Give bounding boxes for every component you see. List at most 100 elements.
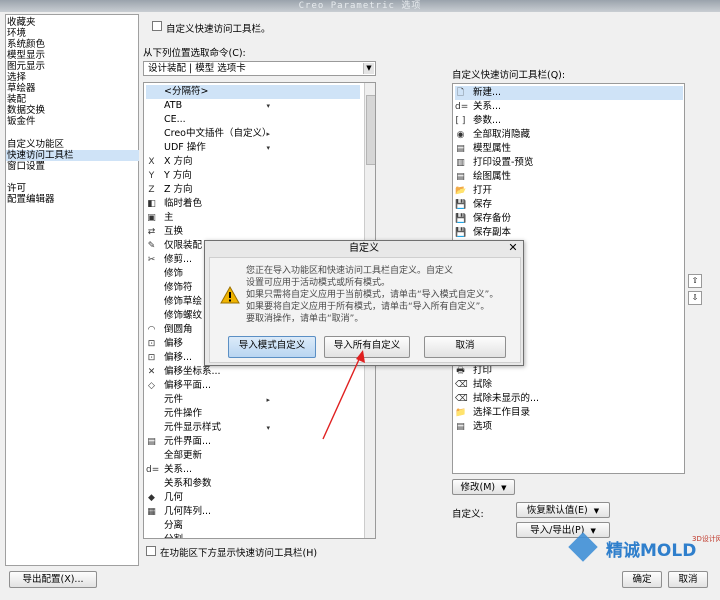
command-list-item[interactable]: ⇄ 互换 [146, 225, 360, 239]
qat-list-item[interactable]: ◉ 全部取消隐藏 [455, 128, 683, 142]
command-icon [146, 521, 157, 532]
command-list-item[interactable]: ▦ 几何阵列... [146, 505, 360, 519]
qat-item-icon: 💾 [455, 200, 467, 210]
import-mode-customization-button[interactable]: 导入模式自定义 [228, 336, 316, 358]
command-label: 元件 [164, 394, 184, 405]
qat-list-item[interactable]: d= 关系... [455, 100, 683, 114]
dialog-message-line: 要取消操作，请单击“取消”。 [246, 314, 364, 324]
command-icon: ⊡ [147, 339, 156, 349]
qat-item-label: 拭除未显示的... [473, 393, 540, 404]
category-item[interactable]: 装配 [6, 94, 139, 105]
command-icon: Y [148, 171, 155, 181]
command-label: X 方向 [164, 156, 193, 167]
command-list-item[interactable]: X X 方向 [146, 155, 360, 169]
qat-item-label: 打印 [473, 365, 493, 376]
command-list-item[interactable]: 关系和参数 [146, 477, 360, 491]
qat-item-label: 参数... [473, 115, 502, 126]
qat-list-item[interactable]: ▤ 选项 [455, 420, 683, 434]
show-below-ribbon-checkbox[interactable] [146, 546, 156, 556]
qat-list-item[interactable]: ▤ 绘图属性 [455, 170, 683, 184]
qat-list-item[interactable]: ⌫ 拭除未显示的... [455, 392, 683, 406]
command-list-item[interactable]: CE... [146, 113, 360, 127]
command-label: 元件操作 [164, 408, 203, 419]
close-icon[interactable]: ✕ [507, 242, 519, 254]
category-item[interactable]: 自定义功能区 [6, 139, 139, 150]
command-label: <分隔符> [164, 86, 209, 97]
qat-list-item[interactable]: [ ] 参数... [455, 114, 683, 128]
restore-defaults-label: 恢复默认值(E) [526, 505, 588, 516]
qat-item-icon: ▤ [456, 172, 465, 182]
command-list-item[interactable]: ◆ 几何 [146, 491, 360, 505]
category-item[interactable]: 许可 [6, 183, 139, 194]
qat-item-icon: ⌫ [455, 380, 468, 390]
command-list-item[interactable]: 分割 [146, 533, 360, 538]
arrow-down-icon: ⇩ [691, 293, 699, 302]
export-config-button[interactable]: 导出配置(X)... [9, 571, 97, 588]
command-label: UDF 操作 [164, 142, 206, 153]
category-item[interactable]: 草绘器 [6, 83, 139, 94]
customize-qat-checkbox[interactable] [152, 21, 162, 31]
category-item[interactable]: 模型显示 [6, 50, 139, 61]
command-label: 仅限装配 [164, 240, 203, 251]
qat-item-icon: ▤ [456, 422, 465, 432]
qat-list-item[interactable]: ▥ 打印设置-预览 [455, 156, 683, 170]
watermark-brand: 精诚MOLD [606, 541, 697, 561]
ok-button[interactable]: 确定 [622, 571, 662, 588]
category-item[interactable]: 环境 [6, 28, 139, 39]
category-item[interactable]: 数据交换 [6, 105, 139, 116]
import-export-label: 导入/导出(P) [530, 525, 585, 536]
command-list-item[interactable]: Creo中文插件（自定义） ▸ [146, 127, 360, 141]
move-down-button[interactable]: ⇩ [688, 291, 702, 305]
category-item[interactable]: 钣金件 [6, 116, 139, 127]
command-list-item[interactable]: d= 关系... [146, 463, 360, 477]
modify-button[interactable]: 修改(M) ▼ [452, 479, 515, 495]
category-item[interactable]: 系统颜色 [6, 39, 139, 50]
command-source-dropdown[interactable]: 设计装配 | 模型 选项卡 ▼ [143, 61, 376, 76]
qat-list-item[interactable]: 💾 保存备份 [455, 212, 683, 226]
category-item[interactable]: 快速访问工具栏 [6, 150, 139, 161]
command-list-item[interactable]: ◧ 临时着色 [146, 197, 360, 211]
qat-list-item[interactable]: 💾 保存副本 [455, 226, 683, 240]
command-icon [146, 423, 157, 434]
qat-list-item[interactable]: 📁 选择工作目录 [455, 406, 683, 420]
watermark-sub: 3D设计网 [692, 535, 720, 543]
scrollbar-thumb[interactable] [366, 95, 375, 165]
qat-list-item[interactable]: 📂 打开 [455, 184, 683, 198]
dialog-message-line: 您正在导入功能区和快速访问工具栏自定义。自定义 [246, 266, 454, 276]
qat-list-item[interactable]: ▤ 模型属性 [455, 142, 683, 156]
command-source-value: 设计装配 | 模型 选项卡 [148, 63, 246, 74]
command-icon [146, 115, 157, 126]
move-up-button[interactable]: ⇧ [688, 274, 702, 288]
cancel-button[interactable]: 取消 [668, 571, 708, 588]
command-list-item[interactable]: Z Z 方向 [146, 183, 360, 197]
qat-item-icon: 🖶 [456, 366, 465, 376]
arrow-up-icon: ⇧ [691, 276, 699, 285]
command-list-item[interactable]: ▣ 主 [146, 211, 360, 225]
qat-item-label: 模型属性 [473, 143, 512, 154]
chevron-down-icon: ▼ [593, 507, 600, 515]
command-label: 分离 [164, 520, 184, 531]
command-list-item[interactable]: <分隔符> [146, 85, 360, 99]
import-export-button[interactable]: 导入/导出(P) ▼ [516, 522, 610, 538]
command-list-item[interactable]: Y Y 方向 [146, 169, 360, 183]
category-item[interactable]: 收藏夹 [6, 17, 139, 28]
category-item[interactable]: 配置编辑器 [6, 194, 139, 205]
command-list-item[interactable]: ATB ▾ [146, 99, 360, 113]
command-list-item[interactable]: 分离 [146, 519, 360, 533]
category-item[interactable]: 窗口设置 [6, 161, 139, 172]
dialog-message-line: 如果只需将自定义应用于当前模式，请单击“导入模式自定义”。 [246, 290, 499, 300]
dialog-cancel-button[interactable]: 取消 [424, 336, 506, 358]
command-label: 临时着色 [164, 198, 203, 209]
qat-list-item[interactable]: 🖶 打印 [455, 364, 683, 378]
category-item[interactable]: 选择 [6, 72, 139, 83]
qat-item-icon: ▤ [456, 144, 465, 154]
qat-item-label: 新建... [473, 87, 502, 98]
command-list-item[interactable]: 全部更新 [146, 449, 360, 463]
qat-list-item[interactable]: ⌫ 拭除 [455, 378, 683, 392]
qat-list-item[interactable]: 💾 保存 [455, 198, 683, 212]
command-label: 分割 [164, 533, 183, 538]
qat-list-item[interactable]: 🗋 新建... [455, 86, 683, 100]
command-list-item[interactable]: UDF 操作 ▾ [146, 141, 360, 155]
restore-defaults-button[interactable]: 恢复默认值(E) ▼ [516, 502, 610, 518]
category-item[interactable]: 图元显示 [6, 61, 139, 72]
